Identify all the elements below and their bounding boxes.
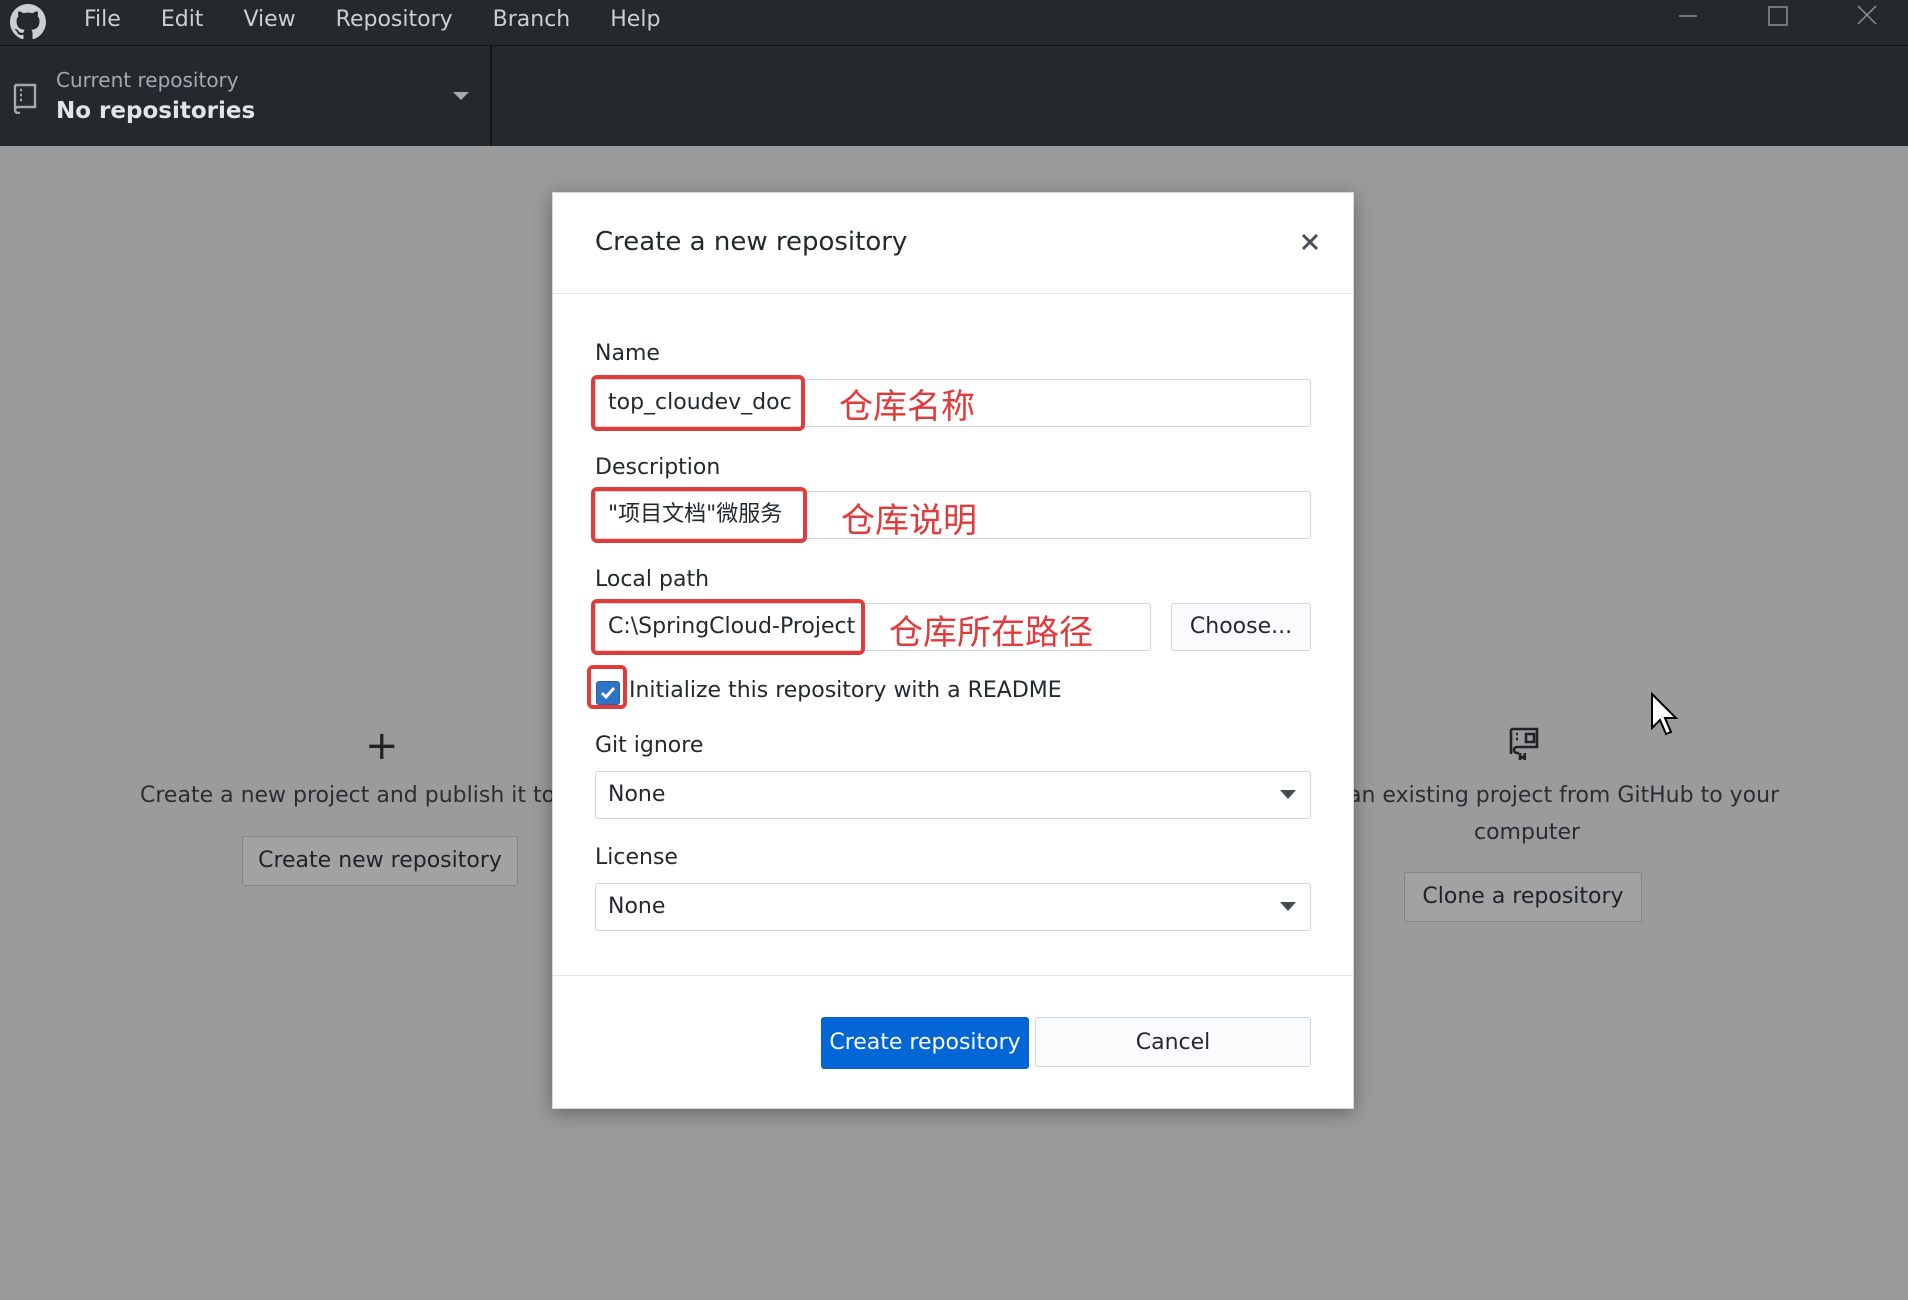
- create-project-description: Create a new project and publish it to G: [140, 783, 580, 808]
- annotation-highlight-description: [591, 487, 807, 543]
- name-label: Name: [595, 341, 660, 366]
- menu-bar: File Edit View Repository Branch Help: [64, 0, 680, 45]
- github-logo-icon: [10, 4, 46, 40]
- maximize-icon: [1768, 6, 1788, 26]
- menu-help[interactable]: Help: [590, 0, 680, 45]
- current-repository-label: Current repository: [56, 68, 239, 92]
- menu-file[interactable]: File: [64, 0, 141, 45]
- plus-icon: +: [365, 723, 399, 769]
- clone-project-description: an existing project from GitHub to your: [1348, 783, 1780, 808]
- title-bar: File Edit View Repository Branch Help: [0, 0, 1908, 46]
- clone-project-description-continued: computer: [1474, 820, 1581, 845]
- chevron-down-icon: [1280, 790, 1296, 799]
- annotation-name: 仓库名称: [839, 387, 975, 427]
- choose-path-button[interactable]: Choose...: [1171, 603, 1311, 651]
- create-repository-button[interactable]: Create repository: [821, 1017, 1029, 1069]
- gitignore-select[interactable]: None: [595, 771, 1311, 819]
- minimize-button[interactable]: [1644, 0, 1732, 40]
- repo-icon: [13, 83, 37, 114]
- cancel-button[interactable]: Cancel: [1035, 1017, 1311, 1067]
- dialog-title: Create a new repository: [595, 227, 908, 257]
- mouse-cursor-icon: [1651, 692, 1679, 736]
- close-icon[interactable]: [1295, 227, 1325, 257]
- annotation-local-path: 仓库所在路径: [889, 613, 1093, 653]
- minimize-icon: [1679, 15, 1697, 17]
- clone-icon: [1509, 727, 1539, 760]
- current-repository-selector[interactable]: Current repository No repositories: [0, 46, 492, 146]
- close-window-button[interactable]: [1822, 0, 1908, 40]
- local-path-label: Local path: [595, 567, 710, 592]
- current-repository-value: No repositories: [56, 98, 256, 124]
- annotation-highlight-name: [591, 375, 805, 431]
- chevron-down-icon: [1280, 902, 1296, 911]
- clone-repository-button[interactable]: Clone a repository: [1404, 872, 1642, 922]
- annotation-highlight-local-path: [591, 599, 865, 655]
- menu-edit[interactable]: Edit: [141, 0, 224, 45]
- create-new-repository-button[interactable]: Create new repository: [242, 836, 518, 886]
- license-label: License: [595, 845, 678, 870]
- dialog-footer-divider: [553, 975, 1353, 976]
- readme-label: Initialize this repository with a README: [629, 678, 1062, 703]
- annotation-description: 仓库说明: [841, 501, 977, 541]
- dialog-header: Create a new repository: [553, 193, 1353, 294]
- menu-branch[interactable]: Branch: [473, 0, 591, 45]
- toolbar: Current repository No repositories: [0, 46, 1908, 146]
- menu-view[interactable]: View: [223, 0, 315, 45]
- menu-repository[interactable]: Repository: [316, 0, 473, 45]
- gitignore-label: Git ignore: [595, 733, 704, 758]
- maximize-button[interactable]: [1734, 0, 1822, 40]
- gitignore-value: None: [608, 782, 666, 807]
- create-repository-dialog: Create a new repository Name top_cloudev…: [552, 192, 1354, 1109]
- chevron-down-icon: [453, 92, 469, 100]
- license-value: None: [608, 894, 666, 919]
- license-select[interactable]: None: [595, 883, 1311, 931]
- annotation-highlight-readme: [587, 665, 627, 709]
- close-window-icon: [1857, 5, 1877, 25]
- description-label: Description: [595, 455, 721, 480]
